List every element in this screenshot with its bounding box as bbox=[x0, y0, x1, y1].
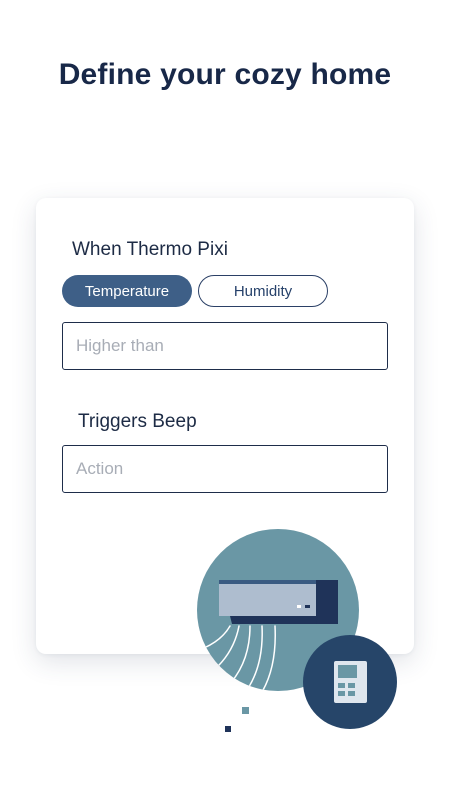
action-field[interactable] bbox=[62, 445, 388, 493]
trigger-label: Triggers Beep bbox=[78, 411, 197, 432]
tab-temperature[interactable]: Temperature bbox=[62, 275, 192, 307]
page-title: Define your cozy home bbox=[58, 58, 392, 91]
remote-control-icon bbox=[334, 661, 367, 703]
condition-label: When Thermo Pixi bbox=[72, 239, 228, 260]
automation-card: When Thermo Pixi Temperature Humidity Tr… bbox=[36, 198, 414, 654]
condition-input[interactable] bbox=[76, 336, 387, 356]
action-input[interactable] bbox=[76, 459, 387, 479]
tab-humidity[interactable]: Humidity bbox=[198, 275, 328, 307]
decor-square bbox=[242, 707, 249, 714]
decor-square bbox=[225, 726, 231, 732]
condition-field[interactable] bbox=[62, 322, 388, 370]
